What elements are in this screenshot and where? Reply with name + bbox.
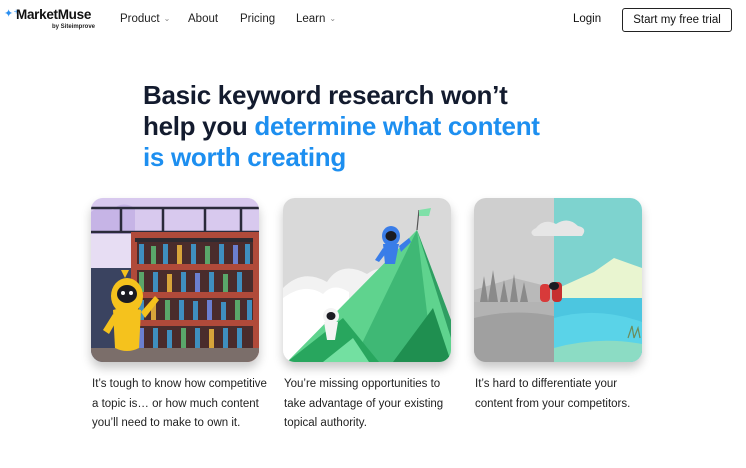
- brand-logo[interactable]: ✦⁺ MarketMuse by Siteimprove: [4, 7, 114, 33]
- hero-line-1: Basic keyword research won’t: [143, 80, 508, 110]
- site-header: ✦⁺ MarketMuse by Siteimprove Product ⌄ Ab…: [0, 0, 746, 40]
- nav-item-about[interactable]: About: [188, 13, 218, 25]
- nav-label: About: [188, 13, 219, 25]
- library-character-illustration: [91, 198, 259, 362]
- nav-item-pricing[interactable]: Pricing: [240, 13, 275, 25]
- chevron-down-icon: ⌄: [329, 14, 337, 23]
- nav-label: Product: [120, 13, 160, 25]
- nav-label: Learn: [296, 13, 326, 25]
- card-3-text: It’s hard to differentiate your content …: [475, 378, 631, 410]
- nav-label: Pricing: [240, 13, 276, 25]
- card-1-text: It’s tough to know how competitive a top…: [92, 378, 267, 429]
- split-landscape-illustration: [474, 198, 642, 362]
- hero-heading: Basic keyword research won’t help you de…: [143, 80, 623, 173]
- hero-line-2-blue: determine what content: [254, 111, 540, 141]
- brand-name: MarketMuse: [16, 7, 92, 22]
- nav-item-learn[interactable]: Learn ⌄: [296, 13, 336, 25]
- card-2-text: You’re missing opportunities to take adv…: [284, 378, 444, 429]
- start-free-trial-button[interactable]: Start my free trial: [622, 8, 732, 32]
- login-link[interactable]: Login: [573, 13, 601, 25]
- hero-line-3-blue: is worth creating: [143, 142, 346, 172]
- chevron-down-icon: ⌄: [163, 14, 171, 23]
- hero-line-2-dark: help you: [143, 111, 255, 141]
- brand-subtitle: by Siteimprove: [52, 24, 96, 30]
- mountain-flag-illustration: [283, 198, 451, 362]
- nav-item-product[interactable]: Product ⌄: [120, 13, 170, 25]
